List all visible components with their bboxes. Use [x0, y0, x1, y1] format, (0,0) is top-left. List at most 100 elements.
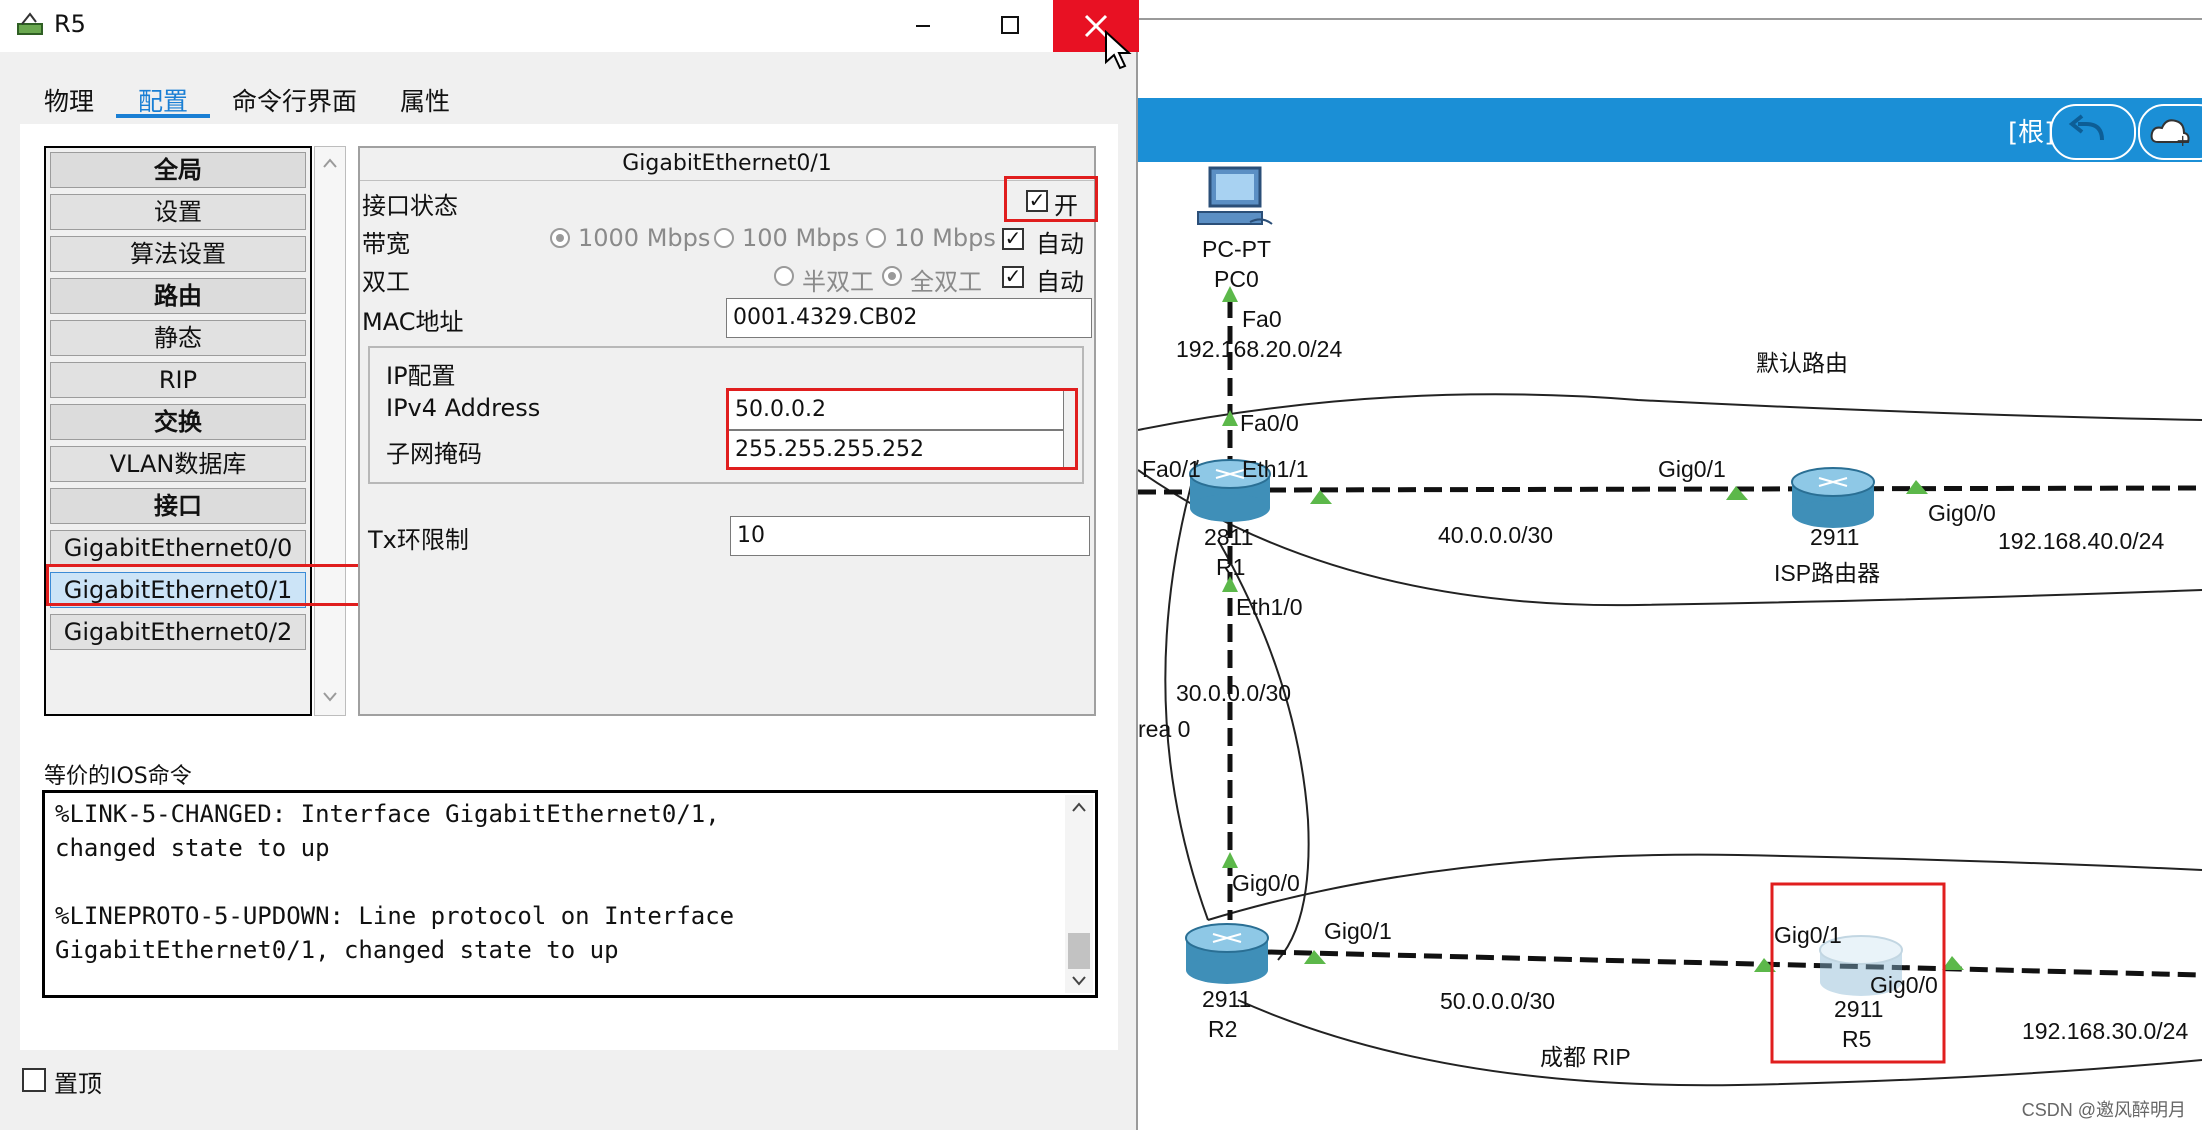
minimize-button[interactable] [880, 0, 966, 52]
watermark: CSDN @邀风醉明月 [2021, 1100, 2186, 1120]
area0-label: rea 0 [1138, 716, 1191, 742]
r2-gig0-0-label: Gig0/0 [1232, 870, 1300, 896]
nav-header-routing: 路由 [50, 278, 306, 314]
bandwidth-label: 带宽 [362, 230, 410, 258]
ios-scroll-thumb[interactable] [1068, 933, 1090, 969]
router-config-dialog: R5 物理 配置 命令行界面 属性 全局 设置 算法设置 路由 静态 RIP 交… [0, 0, 1139, 1130]
window-title: R5 [54, 10, 86, 38]
tx-ring-limit-label: Tx环限制 [368, 526, 469, 554]
scroll-arrows-icon [323, 158, 337, 702]
nav-scrollbar[interactable] [314, 146, 346, 716]
r5-gig0-1-label: Gig0/1 [1774, 922, 1842, 948]
net-30-label: 30.0.0.0/30 [1176, 680, 1292, 706]
nav-item-settings[interactable]: 设置 [50, 194, 306, 230]
isp-gig0-1-label: Gig0/1 [1658, 456, 1726, 482]
tab-attributes[interactable]: 属性 [400, 82, 450, 118]
bandwidth-auto-checkbox[interactable]: ✓ [1002, 228, 1024, 250]
r1-fa0-1-label: Fa0/1 [1142, 456, 1201, 482]
duplex-auto-checkbox[interactable]: ✓ [1002, 266, 1024, 288]
r2-gig0-1-label: Gig0/1 [1324, 918, 1392, 944]
isp-name-label: ISP路由器 [1774, 560, 1881, 586]
area-boundary-bottom-top [1207, 853, 2202, 921]
net-40-label: 40.0.0.0/30 [1438, 522, 1554, 548]
r2-model-label: 2911 [1202, 986, 1252, 1012]
config-nav-list: 全局 设置 算法设置 路由 静态 RIP 交换 VLAN数据库 接口 Gigab… [44, 146, 312, 716]
ip-config-label: IP配置 [386, 362, 456, 390]
tab-physical[interactable]: 物理 [44, 82, 94, 118]
bandwidth-1000-label: 1000 Mbps [578, 224, 711, 252]
mac-address-field[interactable]: 0001.4329.CB02 [726, 298, 1092, 338]
interface-title: GigabitEthernet0/1 [360, 148, 1094, 181]
r5-model-label: 2911 [1834, 996, 1884, 1022]
nav-item-gig0-0[interactable]: GigabitEthernet0/0 [50, 530, 306, 566]
selected-interface-highlight [46, 564, 364, 606]
minimize-icon [916, 25, 930, 27]
bandwidth-100-label: 100 Mbps [742, 224, 860, 252]
subnet-mask-label: 子网掩码 [386, 440, 482, 468]
bandwidth-10-label: 10 Mbps [894, 224, 996, 252]
port-status-highlight [1004, 176, 1098, 222]
r1-fa0-0-label: Fa0/0 [1240, 410, 1299, 436]
duplex-full-radio[interactable] [882, 266, 902, 286]
isp-model-label: 2911 [1810, 524, 1860, 550]
r1-eth1-0-label: Eth1/0 [1236, 594, 1303, 620]
ios-commands-text: %LINK-5-CHANGED: Interface GigabitEthern… [55, 800, 735, 964]
chengdu-rip-label: 成都 RIP [1540, 1044, 1631, 1070]
bandwidth-100-radio[interactable] [714, 228, 734, 248]
net-192-168-40-label: 192.168.40.0/24 [1998, 528, 2165, 554]
duplex-full-label: 全双工 [910, 268, 982, 296]
ip-address-highlight [726, 388, 1078, 470]
pin-on-top-label: 置顶 [54, 1070, 102, 1098]
pc0-fa0-label: Fa0 [1242, 306, 1282, 332]
topology-canvas [1138, 166, 2202, 1087]
net-192-168-20-label: 192.168.20.0/24 [1176, 336, 1343, 362]
duplex-auto-label: 自动 [1036, 268, 1084, 296]
maximize-icon [1001, 16, 1019, 34]
pc0-device-icon[interactable] [1197, 166, 1273, 225]
topology-workspace[interactable]: [根] + PC-PT PC0 Fa0 192.168.20.0/24 默认路由… [1138, 0, 2202, 1130]
isp-gig0-0-label: Gig0/0 [1928, 500, 1996, 526]
tx-ring-limit-field[interactable]: 10 [730, 516, 1090, 556]
router-app-icon [17, 12, 43, 35]
isp-router-icon[interactable] [1791, 467, 1875, 528]
nav-header-interface: 接口 [50, 488, 306, 524]
link-r2-r5 [1267, 949, 2202, 978]
bandwidth-auto-label: 自动 [1036, 230, 1084, 258]
link-status-indicators [1222, 286, 1964, 972]
r1-eth1-1-label: Eth1/1 [1242, 456, 1309, 482]
mac-address-label: MAC地址 [362, 308, 464, 336]
title-bar[interactable]: R5 [0, 0, 1139, 52]
ipv4-address-label: IPv4 Address [386, 394, 541, 422]
r5-name-label: R5 [1842, 1026, 1872, 1052]
nav-item-vlan-database[interactable]: VLAN数据库 [50, 446, 306, 482]
port-status-label: 接口状态 [362, 192, 458, 220]
nav-item-rip[interactable]: RIP [50, 362, 306, 398]
r2-router-icon[interactable] [1185, 923, 1269, 984]
nav-header-switching: 交换 [50, 404, 306, 440]
nav-item-static[interactable]: 静态 [50, 320, 306, 356]
pin-on-top-checkbox[interactable] [22, 1068, 46, 1092]
duplex-half-radio[interactable] [774, 266, 794, 286]
nav-item-algorithm-settings[interactable]: 算法设置 [50, 236, 306, 272]
tab-selected-indicator [116, 114, 210, 118]
bandwidth-1000-radio[interactable] [550, 228, 570, 248]
tab-config[interactable]: 配置 [138, 82, 188, 118]
nav-item-gig0-2[interactable]: GigabitEthernet0/2 [50, 614, 306, 650]
bandwidth-10-radio[interactable] [866, 228, 886, 248]
mouse-cursor-icon [1105, 30, 1132, 70]
tab-cli[interactable]: 命令行界面 [232, 82, 357, 118]
pc0-type-label: PC-PT [1202, 236, 1271, 262]
r2-name-label: R2 [1208, 1016, 1238, 1042]
r1-name-label: R1 [1216, 554, 1246, 580]
ios-commands-box[interactable]: %LINK-5-CHANGED: Interface GigabitEthern… [42, 790, 1098, 998]
net-50-label: 50.0.0.0/30 [1440, 988, 1556, 1014]
ios-scrollbar[interactable] [1065, 795, 1093, 993]
duplex-half-label: 半双工 [802, 268, 874, 296]
duplex-label: 双工 [362, 268, 410, 296]
pc0-name-label: PC0 [1214, 266, 1259, 292]
nav-header-global: 全局 [50, 152, 306, 188]
default-route-label: 默认路由 [1756, 350, 1848, 376]
ios-commands-label: 等价的IOS命令 [44, 764, 192, 789]
maximize-button[interactable] [966, 0, 1052, 52]
r1-model-label: 2811 [1204, 524, 1254, 550]
